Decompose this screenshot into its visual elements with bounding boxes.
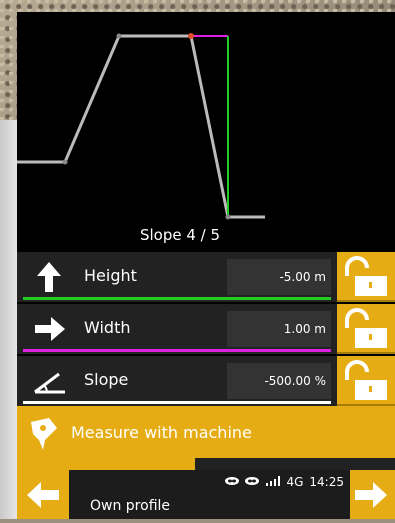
clock: 14:25	[309, 475, 344, 489]
slope-counter-label: Slope 4 / 5	[139, 226, 221, 244]
measure-label: Measure with machine	[71, 423, 252, 442]
progress-bar	[17, 458, 395, 470]
forward-button[interactable]	[349, 470, 395, 519]
profile-name: Own profile	[90, 498, 171, 514]
network-type: 4G	[286, 475, 304, 489]
height-label: Height	[84, 266, 137, 285]
param-row-height: Height -5.00 m	[17, 252, 337, 302]
arrow-left-icon	[27, 482, 59, 508]
profile-vertex	[62, 159, 68, 165]
param-row-slope: Slope -500.00 %	[17, 356, 337, 406]
height-color-line	[23, 297, 331, 300]
slope-label: Slope	[84, 370, 129, 389]
slope-angle-icon	[31, 364, 67, 398]
height-lock-button[interactable]	[337, 252, 395, 302]
back-button[interactable]	[17, 470, 69, 519]
profile-vertex	[225, 214, 231, 220]
param-row-width: Width 1.00 m	[17, 304, 337, 354]
height-input[interactable]: -5.00 m	[227, 259, 331, 295]
slope-color-line	[23, 401, 331, 404]
slope-lock-button[interactable]	[337, 356, 395, 406]
app-window: Slope 4 / 5 Height -5.00 m Width 1.00 m	[17, 12, 395, 519]
slope-profile-view[interactable]	[17, 12, 395, 252]
bottom-nav-bar: 4G 14:25 Own profile	[17, 470, 395, 519]
unlock-icon	[345, 256, 387, 296]
arrow-right-icon	[31, 312, 67, 346]
signal-strength-icon	[266, 475, 281, 489]
width-input[interactable]: 1.00 m	[227, 311, 331, 347]
status-panel: 4G 14:25 Own profile	[69, 470, 350, 519]
unlock-icon	[345, 360, 387, 400]
arrow-right-icon	[355, 482, 387, 508]
slope-input[interactable]: -500.00 %	[227, 363, 331, 399]
side-panel-edge	[0, 120, 17, 519]
mask-icon	[224, 475, 260, 489]
selected-vertex[interactable]	[188, 33, 194, 39]
unlock-icon	[345, 308, 387, 348]
measure-with-machine-button[interactable]: Measure with machine	[17, 406, 395, 460]
profile-vertex	[116, 33, 122, 39]
arrow-up-icon	[31, 260, 67, 294]
status-bar: 4G 14:25	[224, 475, 344, 489]
machine-point-icon	[27, 414, 63, 456]
width-label: Width	[84, 318, 131, 337]
width-color-line	[23, 349, 331, 352]
progress-fill	[17, 458, 195, 470]
width-lock-button[interactable]	[337, 304, 395, 354]
